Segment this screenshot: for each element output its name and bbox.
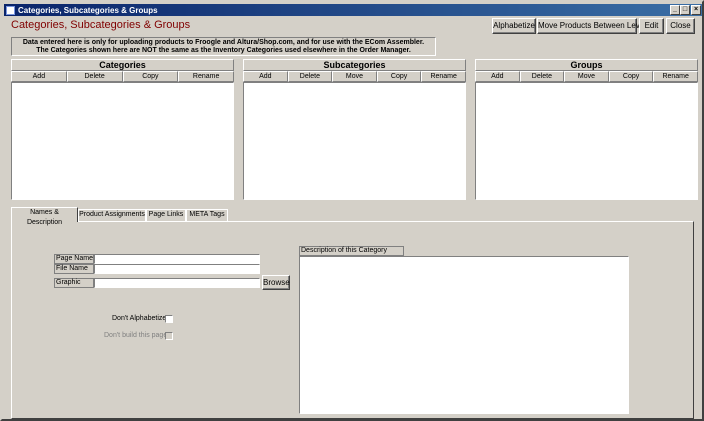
groups-list[interactable] — [475, 82, 698, 200]
subcategories-copy-button[interactable]: Copy — [376, 71, 422, 82]
groups-delete-button[interactable]: Delete — [519, 71, 565, 82]
groups-title: Groups — [475, 59, 698, 71]
groups-move-button[interactable]: Move — [564, 71, 609, 82]
close-button[interactable]: Close — [666, 18, 695, 34]
tab-meta-tags[interactable]: META Tags — [186, 209, 228, 221]
subcategories-toolbar: Add Delete Move Copy Rename — [243, 71, 466, 82]
groups-rename-button[interactable]: Rename — [653, 71, 698, 82]
graphic-label: Graphic — [54, 278, 94, 288]
groups-toolbar: Add Delete Move Copy Rename — [475, 71, 698, 82]
close-window-button[interactable]: × — [691, 5, 701, 15]
minimize-button[interactable]: _ — [670, 5, 680, 15]
tab-product-assignments[interactable]: Product Assignments — [78, 209, 146, 221]
groups-copy-button[interactable]: Copy — [608, 71, 654, 82]
subcategories-rename-button[interactable]: Rename — [421, 71, 466, 82]
description-label: Description of this Category — [299, 246, 404, 256]
categories-toolbar: Add Delete Copy Rename — [11, 71, 234, 82]
notice-line-2: The Categories shown here are NOT the sa… — [36, 47, 411, 54]
subcategories-delete-button[interactable]: Delete — [287, 71, 333, 82]
dont-alphabetize-label: Don't Alphabetize — [112, 315, 167, 322]
categories-list[interactable] — [11, 82, 234, 200]
subcategories-list[interactable] — [243, 82, 466, 200]
dont-build-checkbox[interactable] — [165, 332, 173, 340]
categories-add-button[interactable]: Add — [11, 71, 67, 82]
move-products-button[interactable]: Move Products Between Levels — [537, 18, 650, 34]
window-title: Categories, Subcategories & Groups — [18, 5, 158, 15]
maximize-button[interactable]: □ — [680, 5, 690, 15]
description-textarea[interactable] — [299, 256, 629, 414]
file-name-label: File Name — [54, 264, 94, 274]
page-name-label: Page Name — [54, 254, 94, 264]
categories-title: Categories — [11, 59, 234, 71]
alphabetize-button[interactable]: Alphabetize — [492, 18, 536, 34]
graphic-input[interactable] — [94, 278, 260, 288]
browse-button[interactable]: Browse — [262, 275, 290, 290]
page-title: Categories, Subcategories & Groups — [11, 19, 191, 31]
subcategories-title: Subcategories — [243, 59, 466, 71]
groups-add-button[interactable]: Add — [475, 71, 520, 82]
tab-names-description[interactable]: Names & Description — [11, 207, 78, 226]
main-window: Categories, Subcategories & Groups _ □ ×… — [0, 0, 704, 421]
dont-build-label: Don't build this page — [104, 332, 168, 339]
app-icon — [6, 5, 15, 15]
dont-alphabetize-checkbox[interactable] — [165, 315, 173, 323]
categories-delete-button[interactable]: Delete — [66, 71, 123, 82]
edit-button[interactable]: Edit — [639, 18, 664, 34]
tab-page-links[interactable]: Page Links — [146, 209, 186, 221]
subcategories-move-button[interactable]: Move — [332, 71, 377, 82]
title-bar: Categories, Subcategories & Groups _ □ × — [4, 4, 702, 16]
notice-box: Data entered here is only for uploading … — [11, 37, 436, 56]
page-name-input[interactable] — [94, 254, 260, 264]
subcategories-add-button[interactable]: Add — [243, 71, 288, 82]
categories-copy-button[interactable]: Copy — [122, 71, 179, 82]
notice-line-1: Data entered here is only for uploading … — [22, 39, 425, 46]
categories-rename-button[interactable]: Rename — [178, 71, 234, 82]
file-name-input[interactable] — [94, 264, 260, 274]
